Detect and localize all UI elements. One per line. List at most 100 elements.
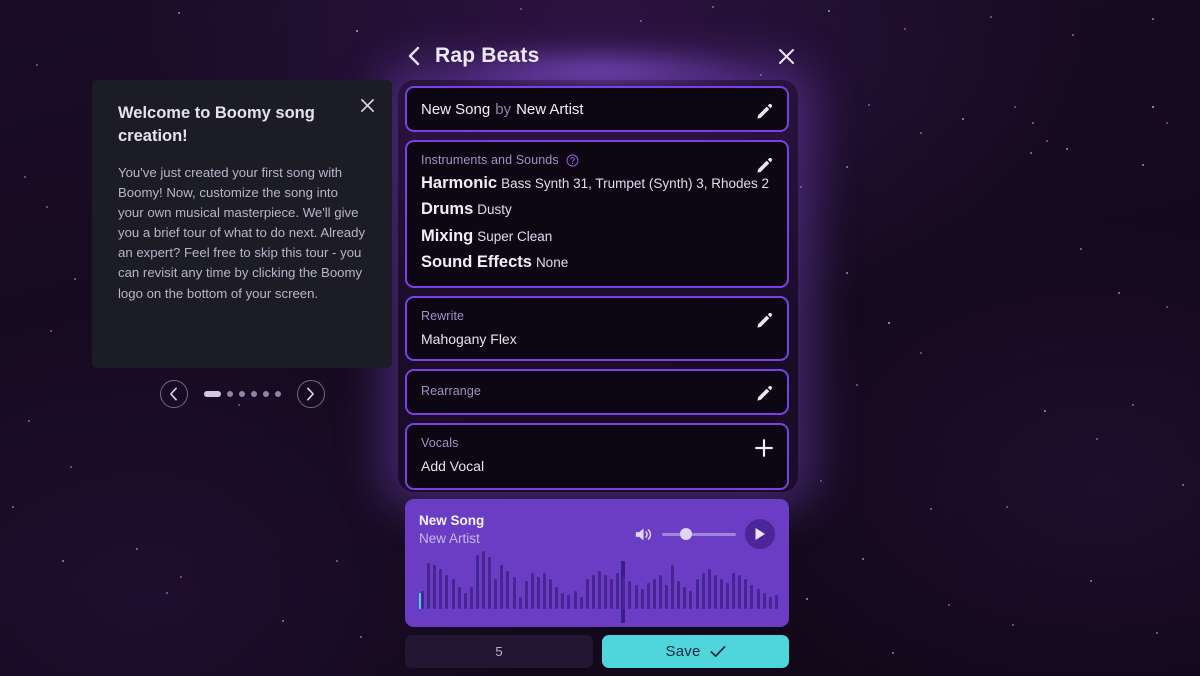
- waveform-bar: [518, 597, 522, 609]
- tour-page-dot[interactable]: [226, 391, 233, 397]
- waveform-bar: [530, 573, 534, 609]
- waveform-bar: [738, 575, 742, 609]
- waveform-bar: [451, 579, 455, 609]
- waveform-bar: [445, 575, 449, 609]
- credits-counter[interactable]: 5: [405, 635, 593, 668]
- waveform-bar: [421, 591, 424, 609]
- waveform-bar: [475, 555, 479, 609]
- volume-slider[interactable]: [662, 527, 736, 541]
- volume-button[interactable]: [634, 526, 653, 543]
- waveform-bar: [774, 595, 778, 609]
- onboarding-tour-panel: Welcome to Boomy song creation! You've j…: [92, 80, 392, 408]
- waveform-bar: [585, 579, 589, 609]
- add-vocal-button[interactable]: [753, 437, 775, 459]
- close-tour-button[interactable]: [356, 94, 378, 116]
- waveform-bar: [427, 563, 431, 609]
- tour-page-dot[interactable]: [203, 391, 221, 397]
- waveform-bar: [707, 569, 711, 609]
- plus-icon: [755, 438, 773, 457]
- player-track-info: New Song New Artist: [419, 512, 484, 548]
- waveform-bar: [579, 597, 583, 609]
- instruments-and-sounds-card[interactable]: Instruments and Sounds Harmonic Bass Synt…: [405, 140, 789, 288]
- vocals-value: Add Vocal: [421, 457, 485, 474]
- tour-page-dots: [203, 391, 281, 397]
- instrument-row: Sound Effects None: [421, 253, 773, 272]
- waveform-bar: [689, 591, 693, 609]
- waveform-bar: [671, 565, 675, 609]
- speaker-icon: [635, 528, 652, 540]
- tour-page-dot[interactable]: [250, 391, 257, 397]
- edit-rewrite-button[interactable]: [753, 310, 775, 332]
- waveform-bar: [713, 575, 717, 609]
- waveform-bar: [756, 589, 760, 609]
- waveform-bar: [744, 579, 748, 609]
- waveform-bar: [658, 575, 662, 609]
- waveform-bar: [677, 581, 681, 609]
- tour-next-button[interactable]: [296, 380, 325, 408]
- waveform-bar: [719, 579, 723, 609]
- check-icon: [709, 646, 725, 657]
- vocals-card[interactable]: Vocals Add Vocal: [405, 422, 789, 490]
- volume-track: [662, 533, 736, 536]
- waveform-bar: [591, 575, 595, 609]
- waveform-bar: [726, 583, 730, 609]
- instrument-row: Drums Dusty: [421, 200, 773, 219]
- page-title: Rap Beats: [435, 44, 540, 67]
- rewrite-card[interactable]: Rewrite Mahogany Flex: [405, 295, 789, 361]
- tour-title: Welcome to Boomy song creation!: [118, 104, 315, 145]
- save-button-label: Save: [665, 643, 701, 660]
- instrument-name: Drums: [421, 200, 474, 219]
- player-info-bar: New Song New Artist: [405, 499, 789, 551]
- waveform-bar: [646, 583, 650, 609]
- close-icon: [360, 98, 374, 112]
- instrument-row: Harmonic Bass Synth 31, Trumpet (Synth) 3…: [421, 174, 773, 193]
- play-icon: [755, 528, 765, 540]
- instrument-name: Harmonic: [421, 174, 498, 192]
- waveform-bar: [695, 579, 699, 609]
- rearrange-label: Rearrange: [421, 384, 481, 399]
- waveform-bar: [567, 595, 571, 609]
- instruments-header: Instruments and Sounds: [421, 153, 773, 167]
- edit-instruments-button[interactable]: [753, 154, 775, 176]
- waveform-bar: [536, 577, 540, 609]
- close-icon: [778, 48, 794, 64]
- song-by-label: by: [495, 100, 512, 118]
- waveform-bar: [433, 565, 437, 609]
- song-title-card[interactable]: New Song by New Artist: [405, 86, 789, 132]
- pencil-icon: [756, 386, 772, 401]
- close-dialog-button[interactable]: [772, 42, 800, 70]
- instrument-value: Super Clean: [477, 228, 553, 244]
- edit-song-title-button[interactable]: [753, 100, 775, 122]
- rearrange-card[interactable]: Rearrange: [405, 368, 789, 415]
- volume-knob[interactable]: [680, 528, 693, 540]
- waveform-bar: [549, 579, 553, 609]
- waveform-bar: [652, 579, 656, 609]
- tour-page-dot[interactable]: [262, 391, 269, 397]
- player-controls: [634, 512, 775, 549]
- instruments-help-button[interactable]: [566, 154, 579, 167]
- edit-rearrange-button[interactable]: [753, 383, 775, 405]
- waveform-bar: [512, 577, 516, 609]
- waveform-bar: [665, 585, 669, 609]
- waveform-bar: [597, 571, 601, 609]
- waveform-bar: [524, 581, 528, 609]
- instrument-value: Bass Synth 31, Trumpet (Synth) 3, Rhodes…: [501, 176, 769, 191]
- save-button[interactable]: Save: [602, 635, 789, 668]
- pencil-icon: [756, 313, 772, 328]
- player-song-name: New Song: [419, 513, 485, 528]
- waveform-bar: [762, 593, 766, 609]
- tour-page-dot[interactable]: [238, 391, 245, 397]
- play-button[interactable]: [745, 519, 775, 549]
- tour-page-dot[interactable]: [274, 391, 281, 397]
- waveform-bar: [628, 581, 632, 609]
- waveform-bar: [543, 573, 547, 609]
- waveform-display[interactable]: [419, 551, 779, 623]
- chevron-right-icon: [307, 387, 314, 401]
- back-button[interactable]: [400, 41, 426, 71]
- vocals-label: Vocals: [421, 435, 459, 450]
- tour-prev-button[interactable]: [159, 380, 188, 408]
- chevron-left-icon: [408, 46, 419, 66]
- instrument-value: Dusty: [477, 202, 512, 218]
- waveform-bar: [750, 585, 754, 609]
- waveform-bar: [561, 593, 565, 609]
